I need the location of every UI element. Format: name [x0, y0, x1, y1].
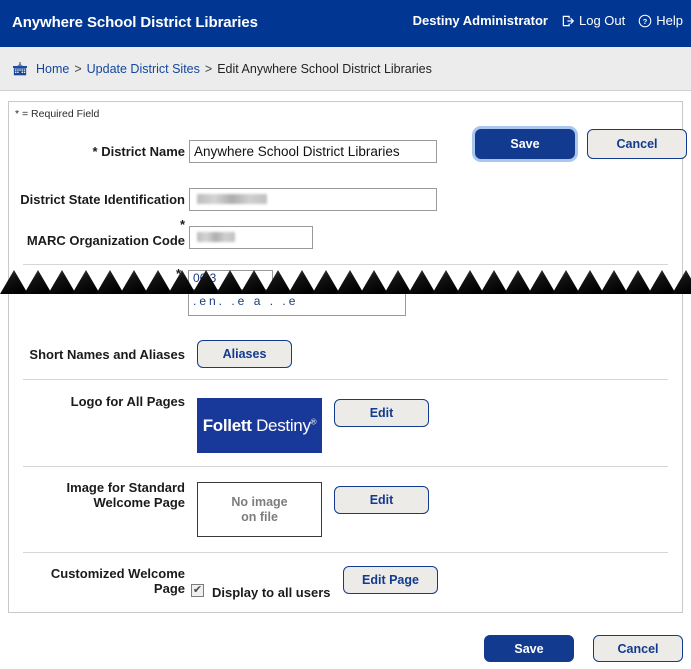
district-name-required-star: * [92, 144, 98, 159]
divider-4 [23, 552, 668, 553]
breadcrumb: Home > Update District Sites > Edit Anyw… [12, 61, 432, 76]
district-name-label: * District Name [92, 144, 186, 159]
standard-welcome-image-label: Image for Standard Welcome Page [66, 480, 185, 510]
edit-district-panel: * = Required Field * District Name Distr… [8, 101, 687, 613]
current-user-label: Destiny Administrator [412, 13, 548, 28]
svg-text:?: ? [643, 17, 648, 26]
help-label: Help [656, 13, 683, 28]
breadcrumb-separator-2: > [204, 61, 213, 76]
logout-icon [561, 14, 575, 28]
marc-org-code-label: MARC Organization Code [26, 233, 185, 248]
display-to-all-users-label: Display to all users [212, 585, 331, 600]
save-button-bottom[interactable]: Save [484, 635, 574, 662]
divider-3 [23, 466, 668, 467]
cancel-button-bottom[interactable]: Cancel [593, 635, 683, 662]
follett-destiny-logo-text: Follett Destiny® [203, 416, 317, 436]
logo-follett-word: Follett [202, 415, 252, 435]
save-button-top[interactable]: Save [475, 129, 575, 159]
cancel-button-top[interactable]: Cancel [587, 129, 687, 159]
torn-field-input-bottom[interactable]: .en. .e a . .e [188, 294, 406, 316]
logo-registered-mark: ® [310, 416, 317, 426]
torn-field-required-star: * [176, 266, 182, 281]
no-image-line-1: No image [231, 494, 288, 509]
customized-welcome-page-label: Customized Welcome Page [50, 566, 185, 596]
header-actions: Destiny Administrator Log Out ? Help [413, 13, 683, 28]
district-logo-preview: Follett Destiny® [197, 398, 322, 453]
panel-left-edge-behind-tear [8, 264, 9, 316]
breadcrumb-current: Edit Anywhere School District Libraries [217, 61, 432, 76]
marc-org-code-redacted-value [197, 232, 235, 242]
breadcrumb-separator-1: > [74, 61, 82, 76]
divider-1 [23, 264, 668, 265]
district-state-id-label: District State Identification [20, 192, 185, 207]
standard-welcome-image-preview: No image on file [197, 482, 322, 537]
logout-button[interactable]: Log Out [561, 13, 625, 28]
logo-edit-button[interactable]: Edit [334, 399, 429, 427]
breadcrumb-update-district-sites[interactable]: Update District Sites [87, 62, 200, 76]
aliases-button[interactable]: Aliases [197, 340, 292, 368]
short-names-aliases-label: Short Names and Aliases [29, 347, 185, 362]
torn-field-input-top[interactable]: 06 3 [188, 270, 273, 290]
no-image-line-2: on file [241, 509, 278, 524]
logo-destiny-word: Destiny [256, 415, 311, 435]
marc-org-code-required-star: * [179, 217, 185, 232]
display-to-all-users-checkbox[interactable]: ✔ [191, 584, 204, 597]
divider-2 [23, 379, 668, 380]
school-building-icon [12, 61, 28, 76]
logout-label: Log Out [578, 13, 626, 28]
logo-for-all-pages-label: Logo for All Pages [70, 394, 185, 409]
app-header: Anywhere School District Libraries Desti… [0, 0, 691, 47]
app-title: Anywhere School District Libraries [12, 14, 258, 31]
standard-welcome-image-edit-button[interactable]: Edit [334, 486, 429, 514]
customized-welcome-edit-page-button[interactable]: Edit Page [343, 566, 438, 594]
breadcrumb-home[interactable]: Home [36, 62, 69, 76]
help-circle-icon: ? [638, 14, 652, 28]
district-state-id-redacted-value [197, 194, 267, 204]
district-name-input[interactable] [189, 140, 437, 163]
panel-right-edge-behind-tear [682, 264, 683, 316]
breadcrumb-bar: Home > Update District Sites > Edit Anyw… [0, 47, 691, 91]
required-field-note: * = Required Field [15, 108, 100, 120]
help-button[interactable]: ? Help [638, 13, 683, 28]
